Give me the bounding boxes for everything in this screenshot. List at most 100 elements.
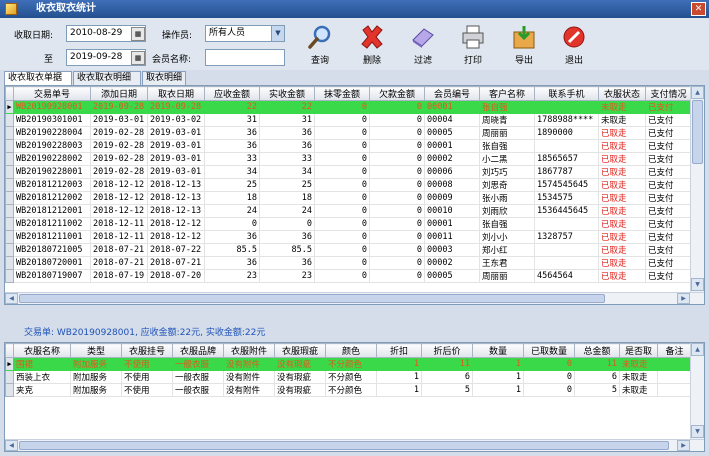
scroll-thumb[interactable]: [692, 100, 703, 164]
table-cell[interactable]: 2018-12-12: [147, 230, 205, 244]
table-cell[interactable]: 6: [421, 370, 473, 384]
table-cell[interactable]: 2018-12-12: [147, 217, 205, 231]
table-cell[interactable]: 围裙: [13, 357, 71, 371]
table-cell[interactable]: WB20190228003: [13, 139, 91, 153]
calendar-from-icon[interactable]: ▦: [131, 27, 145, 41]
column-header[interactable]: 应收金额: [204, 86, 260, 101]
scroll-up-icon[interactable]: ▲: [691, 86, 704, 99]
table-cell[interactable]: 31: [204, 113, 260, 127]
table-cell[interactable]: 1: [472, 383, 524, 397]
row-indicator[interactable]: [5, 178, 14, 192]
table-cell[interactable]: 2019-02-28: [90, 165, 148, 179]
items-vertical-scrollbar[interactable]: ▲ ▼: [690, 343, 704, 439]
table-cell[interactable]: 36: [204, 256, 260, 270]
table-cell[interactable]: 已取走: [598, 256, 646, 270]
filter-button[interactable]: 过滤: [406, 24, 440, 66]
table-cell[interactable]: WB20190301001: [13, 113, 91, 127]
table-cell[interactable]: 1328757: [534, 230, 599, 244]
table-cell[interactable]: 附加服务: [70, 357, 122, 371]
table-cell[interactable]: WB20181211001: [13, 230, 91, 244]
table-cell[interactable]: 西装上衣: [13, 370, 71, 384]
table-cell[interactable]: 没有瑕疵: [274, 383, 326, 397]
column-header[interactable]: 客户名称: [479, 86, 535, 101]
column-header[interactable]: 备注: [657, 343, 692, 358]
table-cell[interactable]: 张自强: [479, 217, 535, 231]
table-cell[interactable]: 2019-03-01: [147, 165, 205, 179]
calendar-to-icon[interactable]: ▦: [131, 51, 145, 65]
table-cell[interactable]: 00001: [424, 217, 480, 231]
column-header[interactable]: 颜色: [325, 343, 377, 358]
column-header[interactable]: 数量: [472, 343, 524, 358]
table-cell[interactable]: 2018-07-20: [147, 269, 205, 283]
table-cell[interactable]: 2018-07-22: [147, 243, 205, 257]
table-cell[interactable]: 刘巧巧: [479, 165, 535, 179]
table-cell[interactable]: 2018-12-12: [90, 191, 148, 205]
table-cell[interactable]: 36: [259, 230, 315, 244]
table-cell[interactable]: [657, 383, 692, 397]
table-cell[interactable]: 25: [204, 178, 260, 192]
table-cell[interactable]: 刘思奇: [479, 178, 535, 192]
table-cell[interactable]: 34: [259, 165, 315, 179]
table-cell[interactable]: WB20181212002: [13, 191, 91, 205]
table-cell[interactable]: 小二黑: [479, 152, 535, 166]
table-cell[interactable]: 2018-12-12: [90, 178, 148, 192]
table-cell[interactable]: 0: [314, 113, 370, 127]
column-header[interactable]: 类型: [70, 343, 122, 358]
row-indicator[interactable]: [5, 269, 14, 283]
table-cell[interactable]: 0: [369, 178, 425, 192]
tab-orders[interactable]: 收衣取衣单据: [4, 71, 72, 85]
table-cell[interactable]: 1: [376, 383, 422, 397]
chevron-down-icon[interactable]: ▼: [271, 26, 284, 41]
table-cell[interactable]: 1: [376, 357, 422, 371]
table-cell[interactable]: 00002: [424, 256, 480, 270]
table-cell[interactable]: WB20181211002: [13, 217, 91, 231]
print-button[interactable]: 打印: [456, 24, 490, 66]
table-cell[interactable]: 0: [369, 191, 425, 205]
row-indicator[interactable]: [5, 230, 14, 244]
table-cell[interactable]: 不分颜色: [325, 370, 377, 384]
table-row[interactable]: WB20181212002 2018-12-12 2018-12-13 18 18 0 0 0…: [5, 191, 692, 205]
table-cell[interactable]: 36: [204, 230, 260, 244]
table-cell[interactable]: 0: [369, 139, 425, 153]
table-cell[interactable]: 2018-12-11: [90, 217, 148, 231]
column-header[interactable]: 会员编号: [424, 86, 480, 101]
column-header[interactable]: 是否取: [619, 343, 658, 358]
row-indicator[interactable]: [5, 191, 14, 205]
table-cell[interactable]: 附加服务: [70, 370, 122, 384]
table-cell[interactable]: 2018-07-21: [90, 256, 148, 270]
table-cell[interactable]: [534, 256, 599, 270]
table-cell[interactable]: 已支付: [645, 256, 692, 270]
table-cell[interactable]: WB20190228002: [13, 152, 91, 166]
tab-pickup-details[interactable]: 取衣明细: [142, 71, 186, 85]
column-header[interactable]: 欠款金额: [369, 86, 425, 101]
row-indicator[interactable]: [5, 370, 14, 384]
scroll-left-icon[interactable]: ◀: [5, 293, 18, 304]
table-row[interactable]: ▶ WB20190928001 2019-09-28 2019-09-28 22 22 0 0…: [5, 100, 692, 114]
table-cell[interactable]: 00008: [424, 178, 480, 192]
table-cell[interactable]: 已取走: [598, 165, 646, 179]
table-cell[interactable]: 0: [314, 100, 370, 114]
table-cell[interactable]: 36: [259, 126, 315, 140]
delete-button[interactable]: 删除: [355, 24, 389, 66]
table-cell[interactable]: 00011: [424, 230, 480, 244]
scroll-left-icon[interactable]: ◀: [5, 440, 18, 451]
table-cell[interactable]: WB20180719007: [13, 269, 91, 283]
table-cell[interactable]: 00005: [424, 126, 480, 140]
table-cell[interactable]: 1536445645: [534, 204, 599, 218]
table-cell[interactable]: 没有附件: [223, 370, 275, 384]
table-cell[interactable]: 已取走: [598, 204, 646, 218]
table-cell[interactable]: [657, 357, 692, 371]
table-cell[interactable]: 36: [204, 139, 260, 153]
table-row[interactable]: WB20180721005 2018-07-21 2018-07-22 85.5 85.…: [5, 243, 692, 257]
table-cell[interactable]: 4564564: [534, 269, 599, 283]
table-cell[interactable]: 2019-09-28: [147, 100, 205, 114]
table-cell[interactable]: 36: [259, 256, 315, 270]
column-header[interactable]: 衣服状态: [598, 86, 646, 101]
table-cell[interactable]: [534, 100, 599, 114]
table-cell[interactable]: 2019-03-01: [147, 126, 205, 140]
table-cell[interactable]: 5: [421, 383, 473, 397]
orders-horizontal-scrollbar[interactable]: ◀ ▶: [5, 292, 704, 304]
row-indicator[interactable]: [5, 256, 14, 270]
column-header[interactable]: 实收金额: [259, 86, 315, 101]
table-cell[interactable]: 不使用: [121, 370, 173, 384]
